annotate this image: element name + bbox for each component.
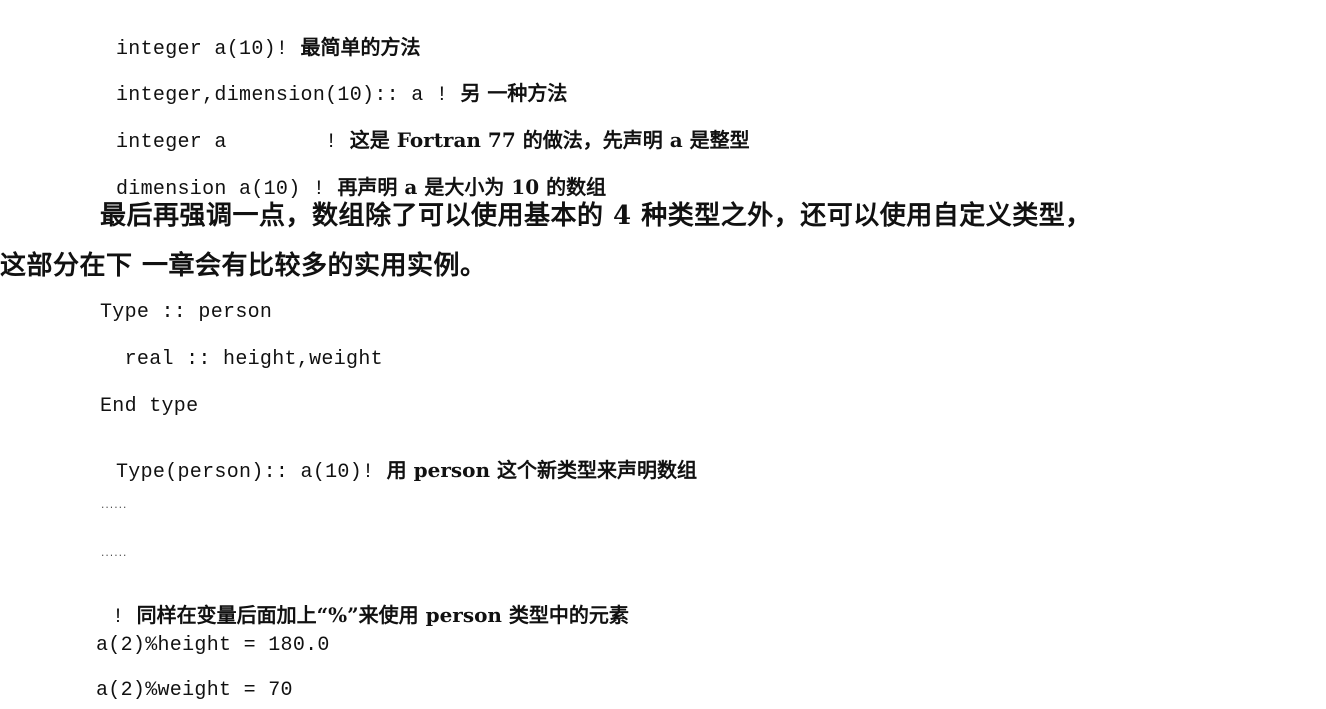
code-comment: 最简单的方法: [300, 35, 421, 59]
assignment-height-line: a(2)%height = 180.0: [96, 634, 330, 657]
code-comment: 另 一种方法: [460, 81, 568, 105]
paragraph-line-1: 最后再强调一点，数组除了可以使用基本的 4 种类型之外，还可以使用自定义类型，: [100, 201, 1092, 231]
code-text: !: [112, 606, 137, 629]
code-comment: 同样在变量后面加上“%”来使用 person 类型中的元素: [136, 603, 629, 627]
code-comment: 再声明 a 是大小为 10 的数组: [337, 175, 607, 199]
paragraph-line-2: 这部分在下 一章会有比较多的实用实例。: [0, 251, 487, 281]
code-text: dimension a(10) !: [116, 178, 338, 201]
type-decl-line: Type :: person: [100, 301, 273, 324]
code-comment: 用 person 这个新类型来声明数组: [386, 458, 697, 482]
code-comment: 这是 Fortran 77 的做法，先声明 a 是整型: [349, 128, 750, 152]
code-text: integer,dimension(10):: a !: [116, 84, 461, 107]
code-text: integer a !: [116, 131, 350, 154]
ellipsis-line-2: ......: [100, 549, 127, 559]
ellipsis-line-1: ......: [100, 501, 127, 511]
type-end-line: End type: [100, 395, 199, 418]
assignment-weight-line: a(2)%weight = 70: [96, 679, 293, 702]
code-text: integer a(10)!: [116, 38, 301, 61]
type-field-line: real :: height,weight: [100, 348, 383, 371]
array-declaration-line: Type(person):: a(10)! 用 person 这个新类型来声明数…: [100, 444, 697, 499]
code-text: Type(person):: a(10)!: [116, 461, 387, 484]
document-page: integer a(10)! 最简单的方法 integer,dimension(…: [0, 0, 1326, 709]
